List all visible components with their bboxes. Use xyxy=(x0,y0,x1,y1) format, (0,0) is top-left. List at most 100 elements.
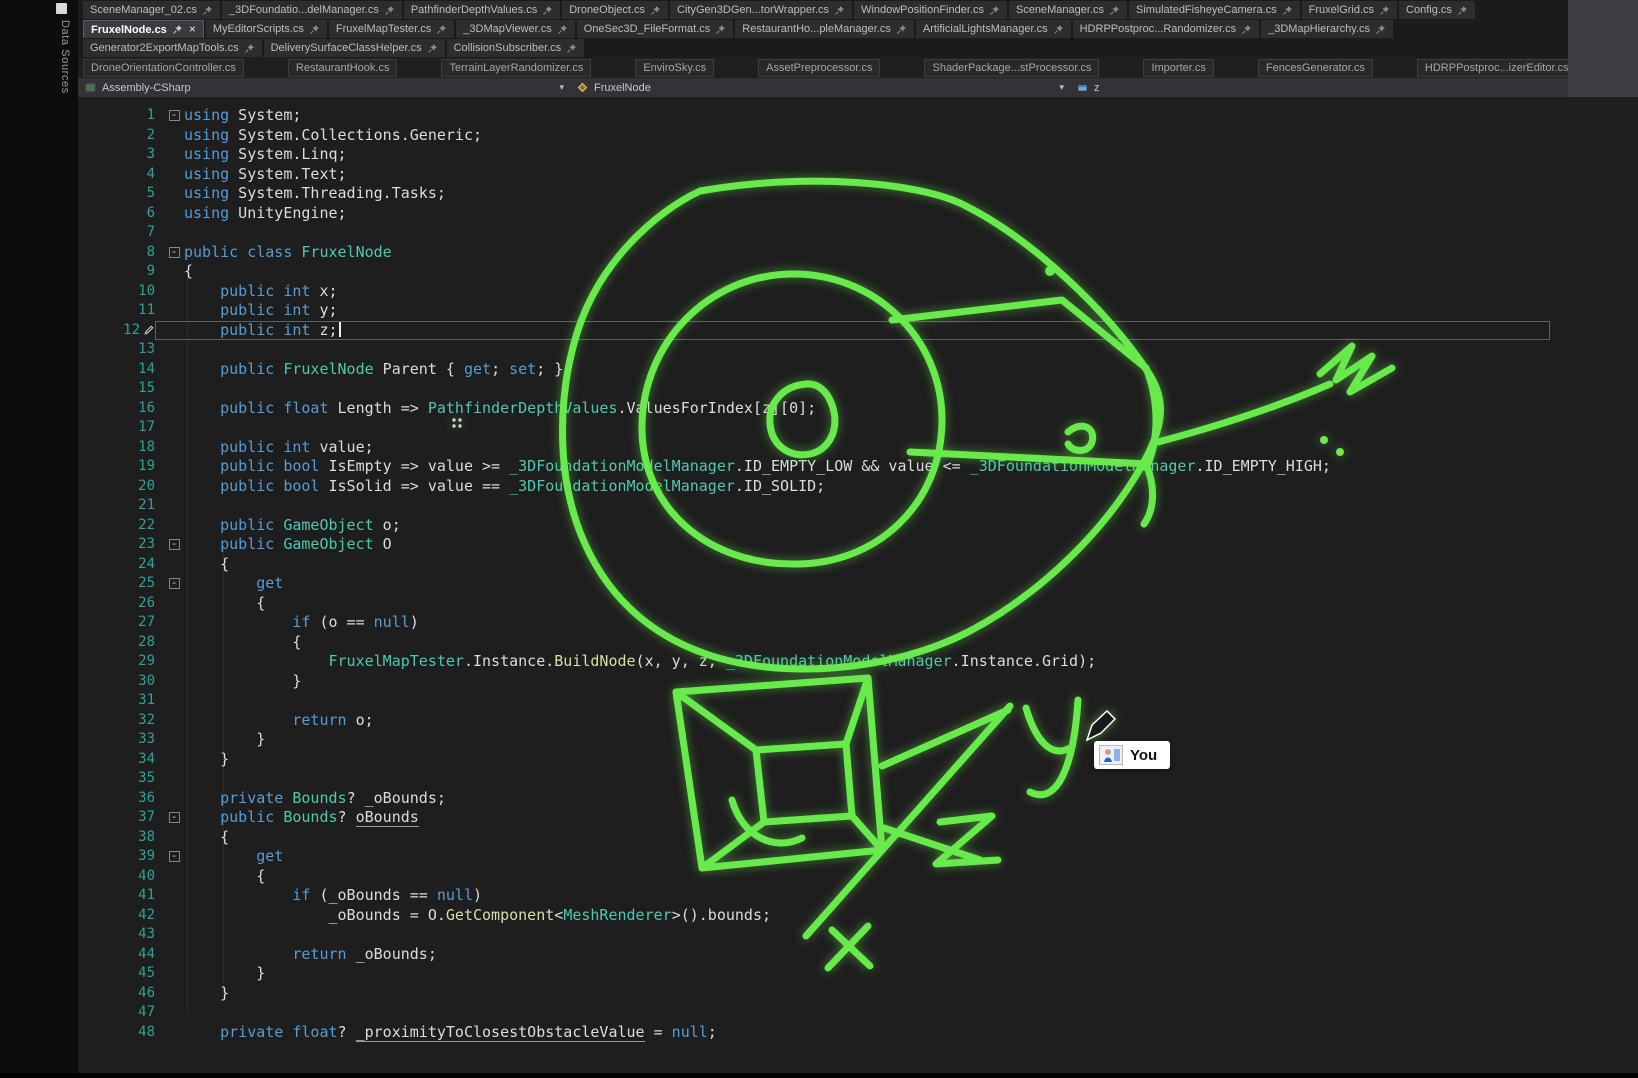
pin-icon[interactable] xyxy=(427,43,438,54)
pin-icon[interactable] xyxy=(834,5,845,16)
tab-terrainlayerrandomizer-cs[interactable]: TerrainLayerRandomizer.cs xyxy=(441,59,591,77)
tab-3dmaphierarchy-cs[interactable]: _3DMapHierarchy.cs xyxy=(1261,20,1393,38)
code-line-14[interactable]: 14 public FruxelNode Parent { get; set; … xyxy=(78,360,1638,380)
code-line-48[interactable]: 48 private float? _proximityToClosestObs… xyxy=(78,1023,1638,1043)
code-line-22[interactable]: 22 public GameObject o; xyxy=(78,516,1638,536)
pin-icon[interactable] xyxy=(1282,5,1293,16)
tab-pathfinderdepthvalues-cs[interactable]: PathfinderDepthValues.cs xyxy=(404,1,560,19)
pin-icon[interactable] xyxy=(896,24,907,35)
tab-generator2exportmaptools-cs[interactable]: Generator2ExportMapTools.cs xyxy=(83,39,262,57)
code-line-44[interactable]: 44 return _oBounds; xyxy=(78,945,1638,965)
tab-droneorientationcontroller-cs[interactable]: DroneOrientationController.cs xyxy=(83,59,244,77)
data-sources-tab[interactable]: Data Sources xyxy=(59,20,71,94)
pin-icon[interactable] xyxy=(202,5,213,16)
tab-windowpositionfinder-cs[interactable]: WindowPositionFinder.cs xyxy=(854,1,1007,19)
code-line-32[interactable]: 32 return o; xyxy=(78,711,1638,731)
tab-assetpreprocessor-cs[interactable]: AssetPreprocessor.cs xyxy=(758,59,880,77)
pin-icon[interactable] xyxy=(1457,5,1468,16)
tab-3dmapviewer-cs[interactable]: _3DMapViewer.cs xyxy=(456,20,574,38)
pin-icon[interactable] xyxy=(1241,24,1252,35)
code-line-20[interactable]: 20 public bool IsSolid => value == _3DFo… xyxy=(78,477,1638,497)
tab-fencesgenerator-cs[interactable]: FencesGenerator.cs xyxy=(1258,59,1373,77)
tab-scenemanager-cs[interactable]: SceneManager.cs xyxy=(1009,1,1127,19)
close-icon[interactable]: × xyxy=(189,24,196,35)
tab-scenemanager-02-cs[interactable]: SceneManager_02.cs xyxy=(83,1,220,19)
pin-icon[interactable] xyxy=(566,43,577,54)
code-line-10[interactable]: 10 public int x; xyxy=(78,282,1638,302)
tab-hdrppostproc-izereditor-cs[interactable]: HDRPPostproc...izerEditor.cs xyxy=(1417,59,1577,77)
code-line-29[interactable]: 29 FruxelMapTester.Instance.BuildNode(x,… xyxy=(78,652,1638,672)
code-line-23[interactable]: 23- public GameObject O xyxy=(78,535,1638,555)
tab-shaderpackage-stprocessor-cs[interactable]: ShaderPackage...stProcessor.cs xyxy=(924,59,1099,77)
code-line-28[interactable]: 28 { xyxy=(78,633,1638,653)
pin-icon[interactable] xyxy=(542,5,553,16)
tab-hdrppostproc-randomizer-cs[interactable]: HDRPPostproc...Randomizer.cs xyxy=(1073,20,1260,38)
pin-icon[interactable] xyxy=(1109,5,1120,16)
pin-icon[interactable] xyxy=(436,24,447,35)
tab-myeditorscripts-cs[interactable]: MyEditorScripts.cs xyxy=(206,20,327,38)
code-line-26[interactable]: 26 { xyxy=(78,594,1638,614)
code-line-34[interactable]: 34 } xyxy=(78,750,1638,770)
tab-citygen3dgen-torwrapper-cs[interactable]: CityGen3DGen...torWrapper.cs xyxy=(670,1,852,19)
tab-envirosky-cs[interactable]: EnviroSky.cs xyxy=(635,59,714,77)
pin-icon[interactable] xyxy=(650,5,661,16)
code-editor[interactable]: 1-using System;2using System.Collections… xyxy=(78,97,1638,1073)
pin-icon[interactable] xyxy=(989,5,1000,16)
pin-icon[interactable] xyxy=(1379,5,1390,16)
tab-collisionsubscriber-cs[interactable]: CollisionSubscriber.cs xyxy=(447,39,585,57)
code-line-1[interactable]: 1-using System; xyxy=(78,106,1638,126)
pin-icon[interactable] xyxy=(715,24,726,35)
code-line-45[interactable]: 45 } xyxy=(78,964,1638,984)
code-line-30[interactable]: 30 } xyxy=(78,672,1638,692)
code-line-36[interactable]: 36 private Bounds? _oBounds; xyxy=(78,789,1638,809)
tab-onesec3d-fileformat-cs[interactable]: OneSec3D_FileFormat.cs xyxy=(577,20,734,38)
code-line-2[interactable]: 2using System.Collections.Generic; xyxy=(78,126,1638,146)
code-line-16[interactable]: 16 public float Length => PathfinderDept… xyxy=(78,399,1638,419)
tab-deliverysurfaceclasshelper-cs[interactable]: DeliverySurfaceClassHelper.cs xyxy=(264,39,445,57)
code-line-12[interactable]: 12 public int z; xyxy=(78,321,1638,341)
code-line-41[interactable]: 41 if (_oBounds == null) xyxy=(78,886,1638,906)
code-line-5[interactable]: 5using System.Threading.Tasks; xyxy=(78,184,1638,204)
tab-restaurantho-plemanager-cs[interactable]: RestaurantHo...pleManager.cs xyxy=(735,20,914,38)
tab-artificiallightsmanager-cs[interactable]: ArtificialLightsManager.cs xyxy=(916,20,1071,38)
code-line-37[interactable]: 37- public Bounds? oBounds xyxy=(78,808,1638,828)
code-line-9[interactable]: 9{ xyxy=(78,262,1638,282)
pin-icon[interactable] xyxy=(172,24,183,35)
tab-fruxelnode-cs[interactable]: FruxelNode.cs× xyxy=(83,20,204,38)
pin-icon[interactable] xyxy=(1375,24,1386,35)
code-line-11[interactable]: 11 public int y; xyxy=(78,301,1638,321)
pin-icon[interactable] xyxy=(1053,24,1064,35)
fold-collapse-icon[interactable]: - xyxy=(169,578,180,589)
code-line-7[interactable]: 7 xyxy=(78,223,1638,243)
code-line-17[interactable]: 17 xyxy=(78,418,1638,438)
code-line-6[interactable]: 6using UnityEngine; xyxy=(78,204,1638,224)
code-line-24[interactable]: 24 { xyxy=(78,555,1638,575)
fold-collapse-icon[interactable]: - xyxy=(169,247,180,258)
code-line-4[interactable]: 4using System.Text; xyxy=(78,165,1638,185)
dock-panel-icon[interactable] xyxy=(56,3,67,14)
tab-config-cs[interactable]: Config.cs xyxy=(1399,1,1475,19)
pin-icon[interactable] xyxy=(309,24,320,35)
fold-collapse-icon[interactable]: - xyxy=(169,851,180,862)
code-line-15[interactable]: 15 xyxy=(78,379,1638,399)
pin-icon[interactable] xyxy=(557,24,568,35)
code-line-39[interactable]: 39- get xyxy=(78,847,1638,867)
tab-fruxelmaptester-cs[interactable]: FruxelMapTester.cs xyxy=(329,20,454,38)
code-line-27[interactable]: 27 if (o == null) xyxy=(78,613,1638,633)
code-line-38[interactable]: 38 { xyxy=(78,828,1638,848)
tab-importer-cs[interactable]: Importer.cs xyxy=(1143,59,1213,77)
fold-collapse-icon[interactable]: - xyxy=(169,539,180,550)
tab-restauranthook-cs[interactable]: RestaurantHook.cs xyxy=(288,59,398,77)
tab-droneobject-cs[interactable]: DroneObject.cs xyxy=(562,1,668,19)
code-line-25[interactable]: 25- get xyxy=(78,574,1638,594)
fold-collapse-icon[interactable]: - xyxy=(169,812,180,823)
code-line-35[interactable]: 35 xyxy=(78,769,1638,789)
type-dropdown[interactable]: FruxelNode ▾ xyxy=(570,78,1070,97)
code-line-19[interactable]: 19 public bool IsEmpty => value >= _3DFo… xyxy=(78,457,1638,477)
member-dropdown[interactable]: z xyxy=(1070,78,1638,97)
tab-fruxelgrid-cs[interactable]: FruxelGrid.cs xyxy=(1302,1,1397,19)
code-line-3[interactable]: 3using System.Linq; xyxy=(78,145,1638,165)
pin-icon[interactable] xyxy=(384,5,395,16)
project-dropdown[interactable]: Assembly-CSharp ▾ xyxy=(78,78,570,97)
pin-icon[interactable] xyxy=(244,43,255,54)
